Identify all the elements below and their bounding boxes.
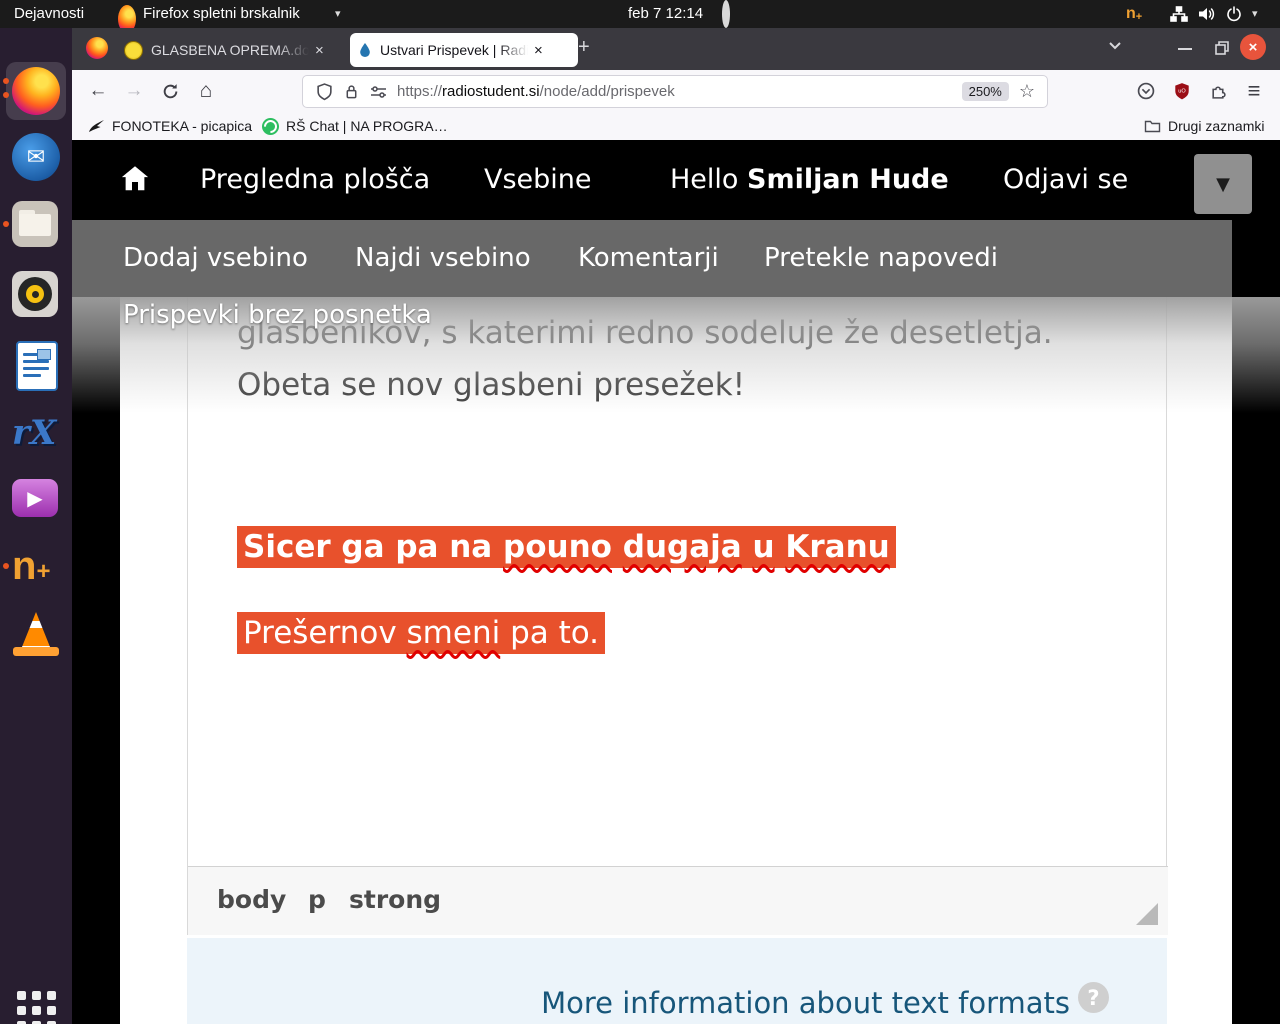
url-bar[interactable]: https://radiostudent.si/node/add/prispev… [302,75,1048,108]
recording-indicator-dot [722,0,730,28]
tab-glasbena-oprema[interactable]: GLASBENA OPREMA.doc × [116,33,356,67]
dock-thunderbird-icon[interactable]: ✉ [12,133,60,181]
activities-button[interactable]: Dejavnosti [14,0,84,28]
menu-past-announcements[interactable]: Pretekle napovedi [764,220,998,297]
firefox-running-dot2 [3,92,9,98]
path-p[interactable]: p [308,867,326,936]
svg-text:uO: uO [1178,88,1186,94]
tab1-title: GLASBENA OPREMA.doc [151,42,309,58]
text-formats-link[interactable]: More information about text formats [541,986,1070,1020]
wysiwyg-editor[interactable]: glasbenikov, s katerimi redno sodeluje ž… [187,297,1167,935]
page-viewport: Pregledna plošča Vsebine Hello Smiljan H… [72,140,1280,1024]
editor-element-path-bar: body p strong [188,866,1168,935]
dock-vlc-icon[interactable] [12,610,60,658]
text-format-info-panel: More information about text formats ? [187,938,1167,1024]
bookmark-star-icon[interactable]: ☆ [1019,81,1035,102]
tab-ustvari-prispevek[interactable]: Ustvari Prispevek | Radio × [350,33,578,67]
shortcut-link[interactable]: Prispevki brez posnetka [123,300,432,330]
pocket-icon[interactable] [1132,70,1160,112]
minimize-button[interactable] [1178,48,1192,50]
tab1-close-icon[interactable]: × [315,42,324,59]
toggle-caret-icon: ▼ [1216,174,1230,195]
selected-line-2: Prešernov smeni pa to. [237,615,605,651]
restore-button[interactable] [1215,41,1229,55]
system-menu-chevron-icon[interactable]: ▾ [1252,0,1258,28]
dock-nicotine-plus-icon[interactable]: n+ [12,542,60,590]
dock-firefox-icon[interactable] [12,67,60,115]
lock-icon[interactable] [344,83,359,100]
extensions-puzzle-icon[interactable] [1204,70,1232,112]
editor-resize-handle[interactable] [1136,903,1158,925]
forward-icon[interactable]: → [120,70,148,112]
app-menu-chevron-icon: ▾ [335,0,341,28]
tab2-title: Ustvari Prispevek | Radio [380,42,528,58]
zoom-level-badge[interactable]: 250% [962,82,1009,101]
hamburger-menu-icon[interactable]: ≡ [1240,70,1268,112]
path-body[interactable]: body [217,867,286,936]
dock-rhythmbox-icon[interactable] [12,271,60,319]
bookmark-fonoteka[interactable]: FONOTEKA - picapica [88,112,252,140]
dock: ✉ rX ▶ n+ [0,28,72,1024]
home-icon[interactable]: ⌂ [192,70,220,112]
toolbar-toggle-button[interactable]: ▼ [1194,154,1252,214]
dock-files-icon[interactable] [12,201,60,249]
firefox-running-dot [3,78,9,84]
firefox-window: GLASBENA OPREMA.doc × Ustvari Prispevek … [72,28,1280,1024]
permissions-icon[interactable] [370,85,387,99]
form-content-area: glasbenikov, s katerimi redno sodeluje ž… [120,297,1232,1024]
navigation-bar: ← → ⌂ https://radiostudent.si/node/add/p… [72,70,1280,113]
tracking-shield-icon[interactable] [316,83,333,101]
screen: Dejavnosti Firefox spletni brskalnik ▾ f… [0,0,1280,1024]
menu-add-content[interactable]: Dodaj vsebino [123,220,308,297]
rocket-chat-icon [262,118,279,135]
tab-bar: GLASBENA OPREMA.doc × Ustvari Prispevek … [72,28,1280,70]
user-name[interactable]: Smiljan Hude [747,164,949,195]
clock[interactable]: feb 7 12:14 [628,0,703,28]
other-bookmarks-button[interactable]: Drugi zaznamki [1144,112,1264,140]
back-icon[interactable]: ← [84,70,112,112]
menu-find-content[interactable]: Najdi vsebino [355,220,531,297]
list-tabs-chevron-icon[interactable] [1108,41,1122,50]
url-text: https://radiostudent.si/node/add/prispev… [397,83,675,100]
dock-libreoffice-writer-icon[interactable] [12,341,60,389]
nicotine-running-dot [3,563,9,569]
dock-rx-app-icon[interactable]: rX [12,409,60,457]
tab2-close-icon[interactable]: × [534,42,543,59]
drupal-shortcut-menu-bar: Dodaj vsebino Najdi vsebino Komentarji P… [72,220,1232,297]
reload-icon[interactable] [156,70,184,112]
admin-logout-link[interactable]: Odjavi se [1003,140,1128,220]
path-strong[interactable]: strong [349,867,441,936]
menu-comments[interactable]: Komentarji [578,220,719,297]
admin-link-content[interactable]: Vsebine [484,140,592,220]
nicotine-tray-icon[interactable]: n+ [1126,0,1142,28]
dock-media-player-icon[interactable]: ▶ [12,474,60,522]
bookmarks-bar: FONOTEKA - picapica RŠ Chat | NA PROGRA…… [72,112,1280,140]
magpie-bird-icon [88,119,105,134]
drupal-favicon [358,41,372,59]
firefox-menu-icon[interactable] [86,37,108,59]
close-window-button[interactable]: × [1240,34,1266,60]
files-running-dot [3,221,9,227]
bookmark-rs-chat[interactable]: RŠ Chat | NA PROGRA… [262,112,448,140]
show-applications-button[interactable] [12,986,60,1024]
new-tab-button[interactable]: + [578,36,590,59]
ublock-origin-icon[interactable]: uO [1168,70,1196,112]
system-top-bar: Dejavnosti Firefox spletni brskalnik ▾ f… [0,0,1280,28]
selected-bold-line: Sicer ga pa na pouno dugaja u Kranu [237,529,896,565]
admin-greeting: Hello Smiljan Hude [670,140,949,220]
drupal-admin-bar: Pregledna plošča Vsebine Hello Smiljan H… [72,140,1280,220]
help-question-icon[interactable]: ? [1078,982,1109,1013]
doc-tab-favicon [124,41,143,60]
admin-home-icon[interactable] [120,164,150,196]
folder-icon [1144,119,1161,133]
focused-app-menu[interactable]: Firefox spletni brskalnik [143,0,300,28]
admin-link-dashboard[interactable]: Pregledna plošča [200,140,430,220]
